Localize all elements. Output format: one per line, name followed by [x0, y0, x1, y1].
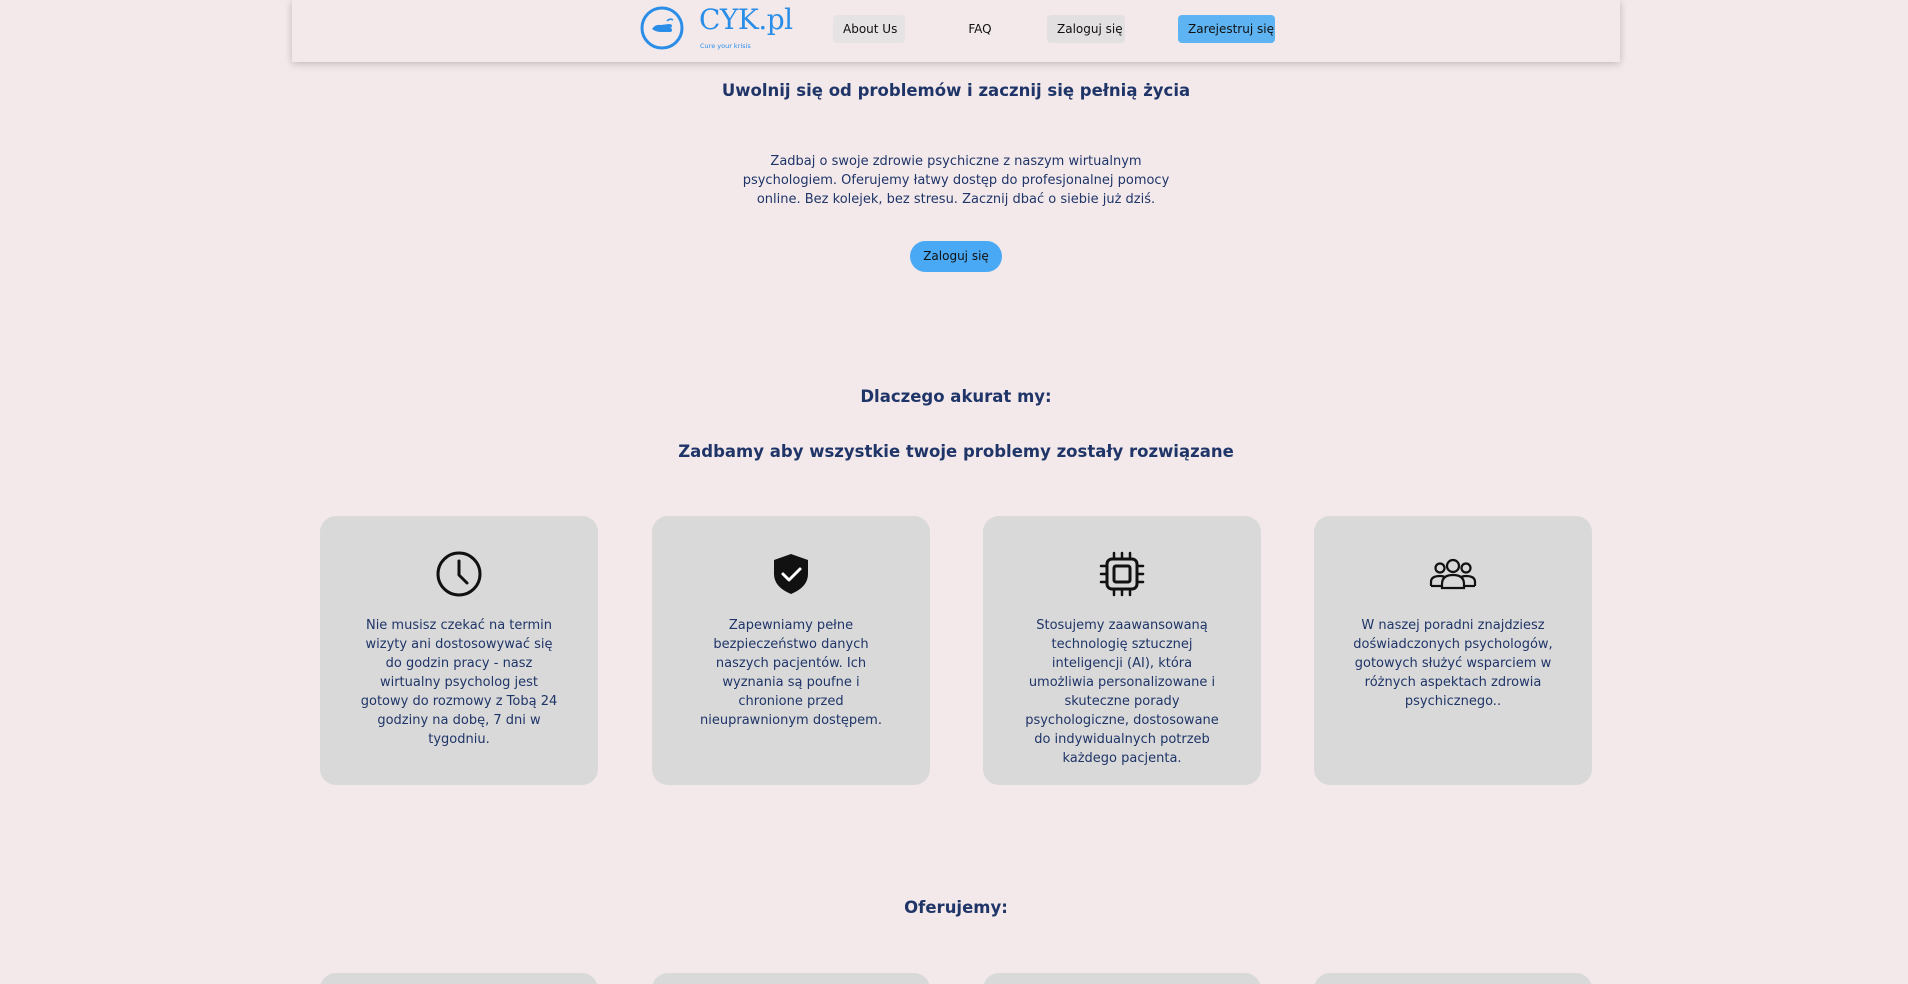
feature-card-text: Zapewniamy pełne bezpieczeństwo danych n… — [700, 618, 882, 728]
logo-tagline: Cure your krisis — [700, 42, 751, 50]
offer-card — [652, 973, 930, 984]
feature-card-text: Stosujemy zaawansowaną technologię sztuc… — [1025, 618, 1219, 766]
hero-description: Zadbaj o swoje zdrowie psychiczne z nasz… — [742, 154, 1170, 207]
feature-card-security: Zapewniamy pełne bezpieczeństwo danych n… — [652, 516, 930, 785]
feature-card-text: Nie musisz czekać na termin wizyty ani d… — [360, 618, 558, 747]
nav-register-button[interactable]: Zarejestruj się — [1178, 15, 1275, 43]
page: CYK.pl Cure your krisis About Us FAQ Zal… — [0, 0, 1908, 984]
feature-card-ai: Stosujemy zaawansowaną technologię sztuc… — [983, 516, 1261, 785]
clock-icon — [436, 551, 482, 597]
people-group-icon — [1429, 558, 1477, 590]
hand-circle-icon — [640, 6, 684, 50]
offer-card — [983, 973, 1261, 984]
why-us-subtitle: Zadbamy aby wszystkie twoje problemy zos… — [678, 442, 1234, 461]
nav-about-us-button[interactable]: About Us — [833, 15, 905, 43]
nav-faq-button[interactable]: FAQ — [958, 15, 1002, 43]
hero-title: Uwolnij się od problemów i zacznij się p… — [721, 81, 1191, 100]
cpu-chip-icon — [1099, 551, 1145, 597]
offer-card — [320, 973, 598, 984]
feature-card-psychologists: W naszej poradni znajdziesz doświadczony… — [1314, 516, 1592, 785]
hero-login-button[interactable]: Zaloguj się — [910, 241, 1002, 272]
site-header: CYK.pl Cure your krisis — [292, 0, 1620, 62]
nav-login-button[interactable]: Zaloguj się — [1047, 15, 1125, 43]
why-us-title: Dlaczego akurat my: — [860, 387, 1052, 406]
offer-title: Oferujemy: — [904, 898, 1008, 917]
feature-card-text: W naszej poradni znajdziesz doświadczony… — [1353, 618, 1553, 709]
feature-card-availability: Nie musisz czekać na termin wizyty ani d… — [320, 516, 598, 785]
offer-card — [1314, 973, 1592, 984]
shield-check-icon — [774, 554, 808, 594]
logo[interactable]: CYK.pl Cure your krisis — [640, 3, 793, 55]
logo-title: CYK.pl — [699, 3, 793, 36]
